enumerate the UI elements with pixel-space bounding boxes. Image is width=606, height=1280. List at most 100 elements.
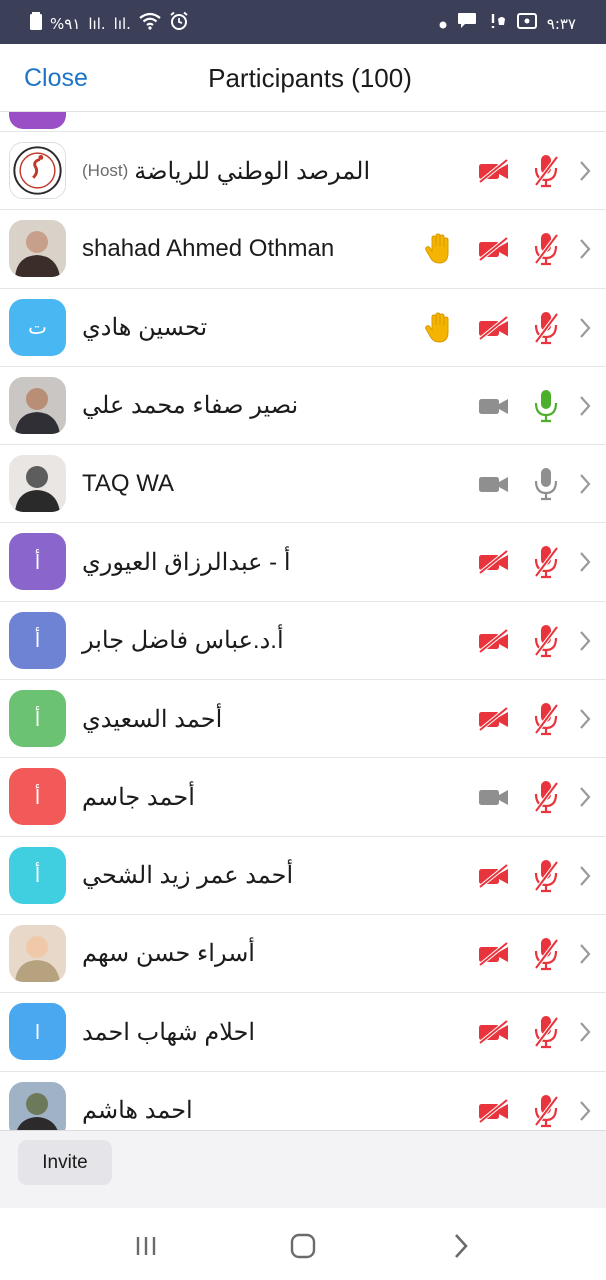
video-icon: [474, 386, 514, 426]
participant-row[interactable]: أ أحمد السعيدي: [0, 680, 606, 759]
invite-button[interactable]: Invite: [18, 1140, 112, 1185]
participant-row[interactable]: نصير صفاء محمد علي: [0, 367, 606, 446]
raised-hand-icon: [420, 308, 460, 348]
participant-row[interactable]: أ أ.د.عباس فاضل جابر: [0, 602, 606, 681]
chevron-right-icon[interactable]: [574, 1012, 596, 1052]
mic-muted-icon: [526, 308, 566, 348]
video-off-icon: [474, 699, 514, 739]
mic-muted-icon: [526, 934, 566, 974]
participant-name: أ.د.عباس فاضل جابر: [82, 627, 284, 655]
participant-status-icons: [474, 993, 596, 1071]
chevron-right-icon[interactable]: [574, 1091, 596, 1130]
participant-row[interactable]: TAQ WA: [0, 445, 606, 524]
chevron-right-icon[interactable]: [574, 934, 596, 974]
participant-row[interactable]: أ أحمد عمر زيد الشحي: [0, 837, 606, 915]
mic-icon: [526, 386, 566, 426]
participant-name-group: TAQ WA: [82, 445, 174, 523]
navigation-bar: [0, 1208, 606, 1280]
back-icon[interactable]: [441, 1230, 481, 1262]
footer-bar: Invite: [0, 1130, 606, 1208]
battery-icon: [30, 11, 42, 36]
participant-name-group: أحمد السعيدي: [82, 680, 222, 758]
mic-muted-icon: [526, 621, 566, 661]
avatar-initial: أ: [34, 628, 41, 653]
participant-name-group: أحمد جاسم: [82, 758, 195, 836]
recent-apps-icon[interactable]: [126, 1230, 166, 1262]
participant-status-icons: [474, 132, 596, 210]
video-off-icon: [474, 1012, 514, 1052]
participant-name-group: shahad Ahmed Othman: [82, 210, 334, 288]
home-icon[interactable]: [283, 1230, 323, 1262]
mic-muted-icon: [526, 229, 566, 269]
avatar: أ: [9, 690, 66, 748]
chevron-right-icon[interactable]: [574, 464, 596, 504]
participant-name-group: احلام شهاب احمد: [82, 993, 255, 1071]
signal-icon: lıl.: [113, 14, 131, 33]
avatar: أ: [9, 846, 66, 904]
page-title: Participants (100): [208, 63, 412, 93]
participant-row[interactable]: shahad Ahmed Othman: [0, 210, 606, 289]
participant-row[interactable]: احمد هاشم: [0, 1072, 606, 1130]
video-off-icon: [474, 934, 514, 974]
participant-status-icons: [420, 210, 596, 288]
participant-status-icons: [474, 1072, 596, 1130]
participant-row[interactable]: ت تحسين هادي: [0, 289, 606, 367]
message-icon: [457, 12, 477, 35]
avatar: أ: [9, 768, 66, 826]
avatar: [9, 924, 66, 982]
participant-name: احلام شهاب احمد: [82, 1018, 256, 1046]
participant-status-icons: [474, 445, 596, 523]
chevron-right-icon[interactable]: [574, 542, 596, 582]
mic-muted-icon: [526, 1091, 566, 1130]
mic-muted-icon: [526, 856, 566, 896]
mic-muted-icon: [526, 151, 566, 191]
avatar: ت: [9, 298, 66, 356]
status-bar: %٩١ lıl. lıl. ٩:٣٧: [0, 0, 606, 44]
avatar-initial: أ: [34, 549, 41, 574]
participant-name: أحمد عمر زيد الشحي: [82, 862, 294, 890]
chevron-right-icon[interactable]: [574, 856, 596, 896]
participant-name: shahad Ahmed Othman: [82, 235, 335, 263]
participant-status-icons: [420, 289, 596, 367]
participant-status-icons: [474, 523, 596, 601]
participant-name: أ - عبدالرزاق العيوري: [82, 548, 291, 576]
mic-muted-icon: [526, 542, 566, 582]
notification-dot-icon: [439, 14, 447, 34]
avatar: أ: [9, 611, 66, 669]
chevron-right-icon[interactable]: [574, 229, 596, 269]
chevron-right-icon[interactable]: [574, 777, 596, 817]
alert-icon: [487, 11, 507, 36]
raised-hand-icon: [420, 229, 460, 269]
chevron-right-icon[interactable]: [574, 699, 596, 739]
chevron-right-icon[interactable]: [574, 151, 596, 191]
video-off-icon: [474, 308, 514, 348]
list-item[interactable]: [0, 112, 606, 132]
status-bar-right: ٩:٣٧: [439, 11, 576, 36]
video-off-icon: [474, 151, 514, 191]
participant-row[interactable]: أ أ - عبدالرزاق العيوري: [0, 523, 606, 602]
participant-row[interactable]: أسراء حسن سهم: [0, 915, 606, 994]
battery-percent: %٩١: [50, 14, 81, 33]
participant-name: أحمد السعيدي: [82, 705, 223, 733]
header: Close Participants (100): [0, 44, 606, 112]
chevron-right-icon[interactable]: [574, 386, 596, 426]
video-off-icon: [474, 229, 514, 269]
status-bar-left: %٩١ lıl. lıl.: [30, 11, 189, 36]
avatar: [9, 376, 66, 434]
chevron-right-icon[interactable]: [574, 621, 596, 661]
mic-icon: [526, 464, 566, 504]
clock: ٩:٣٧: [546, 14, 576, 33]
participant-name-group: أسراء حسن سهم: [82, 915, 255, 993]
avatar: [9, 142, 66, 199]
participant-name-group: نصير صفاء محمد علي: [82, 367, 298, 445]
participant-row[interactable]: ا احلام شهاب احمد: [0, 993, 606, 1072]
avatar: ا: [9, 1003, 66, 1061]
avatar: [9, 112, 66, 129]
avatar: [9, 455, 66, 513]
participant-name: أحمد جاسم: [82, 783, 195, 811]
participant-row[interactable]: أ أحمد جاسم: [0, 758, 606, 837]
chevron-right-icon[interactable]: [574, 308, 596, 348]
mic-muted-icon: [526, 699, 566, 739]
participant-row[interactable]: (Host) المرصد الوطني للرياضة: [0, 132, 606, 211]
participant-list[interactable]: (Host) المرصد الوطني للرياضة shahad Ahmed …: [0, 112, 606, 1130]
